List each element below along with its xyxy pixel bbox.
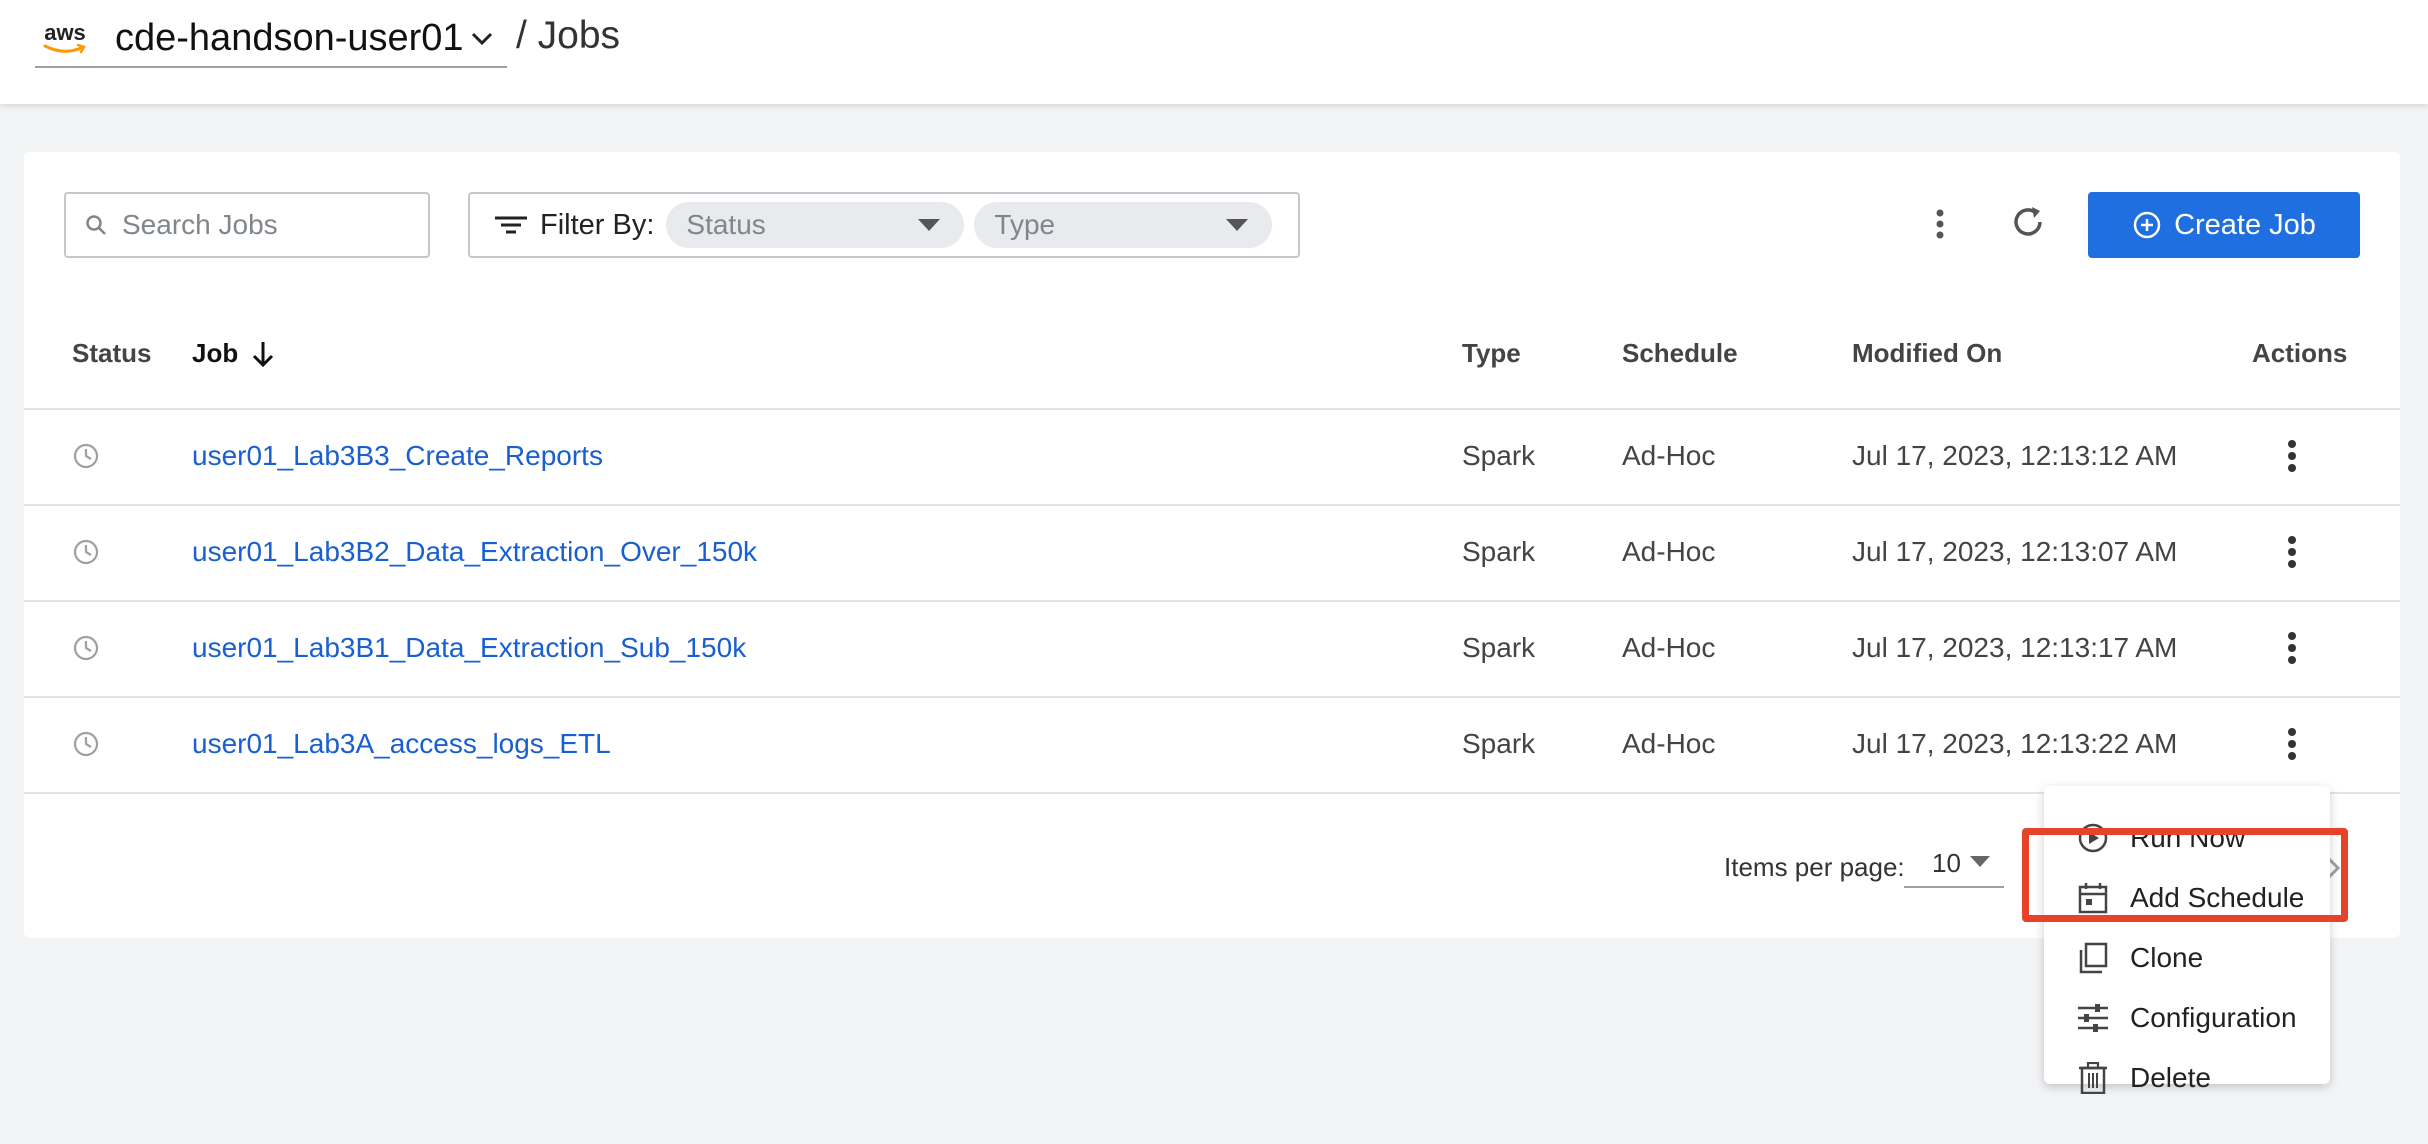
table-row: user01_Lab3A_access_logs_ETL Spark Ad-Ho…	[24, 698, 2400, 794]
job-type: Spark	[1462, 536, 1536, 567]
aws-smile-icon	[43, 44, 86, 54]
clock-icon	[73, 731, 99, 757]
caret-down-icon	[1970, 856, 1990, 867]
menu-item-clone[interactable]: Clone	[2044, 930, 2330, 986]
create-job-label: Create Job	[2174, 208, 2316, 241]
menu-item-delete[interactable]: Delete	[2044, 1050, 2330, 1106]
job-modified-on: Jul 17, 2023, 12:13:12 AM	[1852, 440, 2178, 471]
calendar-icon	[2078, 883, 2108, 914]
items-per-page-value: 10	[1932, 847, 1961, 878]
filter-icon	[495, 216, 527, 234]
column-header-actions: Actions	[2252, 338, 2348, 368]
column-header-job-label: Job	[192, 338, 239, 368]
copy-icon	[2079, 942, 2108, 974]
menu-item-label: Configuration	[2130, 1002, 2297, 1033]
column-header-modified-on: Modified On	[1852, 338, 2003, 368]
menu-item-label: Run Now	[2130, 822, 2246, 853]
environment-selector[interactable]: aws cde-handson-user01	[35, 10, 507, 68]
menu-item-configuration[interactable]: Configuration	[2044, 990, 2330, 1046]
clock-icon	[73, 443, 99, 469]
job-type: Spark	[1462, 728, 1536, 759]
chevron-down-icon[interactable]	[467, 24, 497, 54]
job-modified-on: Jul 17, 2023, 12:13:07 AM	[1852, 536, 2178, 567]
sort-arrow-down-icon[interactable]	[250, 340, 276, 368]
caret-down-icon	[1226, 219, 1249, 231]
row-actions-menu: Run Now Add Schedule Clone Configuration…	[2044, 786, 2330, 1094]
search-icon	[86, 215, 106, 235]
trash-icon	[2079, 1062, 2107, 1094]
job-name-link[interactable]: user01_Lab3B2_Data_Extraction_Over_150k	[192, 536, 757, 568]
column-header-job[interactable]: Job	[192, 338, 276, 369]
type-filter-placeholder: Type	[994, 209, 1056, 240]
menu-item-label: Delete	[2130, 1062, 2211, 1093]
more-options-icon[interactable]	[1934, 208, 1946, 240]
aws-logo: aws	[39, 16, 91, 60]
items-per-page-select[interactable]: 10	[1904, 840, 2004, 888]
job-schedule: Ad-Hoc	[1622, 632, 1716, 663]
job-type: Spark	[1462, 440, 1536, 471]
job-type: Spark	[1462, 632, 1536, 663]
filter-label: Filter By:	[540, 208, 655, 241]
job-modified-on: Jul 17, 2023, 12:13:22 AM	[1852, 728, 2178, 759]
refresh-icon[interactable]	[2008, 202, 2048, 242]
clock-icon	[73, 635, 99, 661]
caret-down-icon	[918, 219, 941, 231]
search-box[interactable]	[64, 192, 430, 258]
table-row: user01_Lab3B1_Data_Extraction_Sub_150k S…	[24, 602, 2400, 698]
job-name-link[interactable]: user01_Lab3B3_Create_Reports	[192, 440, 603, 472]
job-schedule: Ad-Hoc	[1622, 728, 1716, 759]
job-schedule: Ad-Hoc	[1622, 536, 1716, 567]
job-modified-on: Jul 17, 2023, 12:13:17 AM	[1852, 632, 2178, 663]
sliders-icon	[2078, 1004, 2108, 1032]
column-header-status: Status	[72, 338, 152, 368]
menu-item-run-now[interactable]: Run Now	[2044, 810, 2330, 866]
column-header-schedule: Schedule	[1622, 338, 1738, 368]
play-circle-icon	[2078, 823, 2108, 853]
environment-name: cde-handson-user01	[115, 16, 464, 59]
column-header-type: Type	[1462, 338, 1521, 368]
filter-bar: Filter By: Status Type	[468, 192, 1300, 258]
breadcrumb: / Jobs	[516, 14, 621, 57]
table-row: user01_Lab3B3_Create_Reports Spark Ad-Ho…	[24, 410, 2400, 506]
menu-item-label: Clone	[2130, 942, 2204, 973]
job-name-link[interactable]: user01_Lab3A_access_logs_ETL	[192, 728, 611, 760]
job-name-link[interactable]: user01_Lab3B1_Data_Extraction_Sub_150k	[192, 632, 746, 664]
menu-item-label: Add Schedule	[2130, 882, 2305, 913]
row-actions-menu-icon[interactable]	[2286, 534, 2298, 570]
table-row: user01_Lab3B2_Data_Extraction_Over_150k …	[24, 506, 2400, 602]
search-input[interactable]	[120, 208, 404, 242]
row-actions-menu-icon[interactable]	[2286, 438, 2298, 474]
top-bar: aws cde-handson-user01 / Jobs	[0, 0, 2428, 104]
create-job-button[interactable]: Create Job	[2088, 192, 2360, 258]
row-actions-menu-icon[interactable]	[2286, 726, 2298, 762]
job-schedule: Ad-Hoc	[1622, 440, 1716, 471]
status-filter-placeholder: Status	[686, 209, 766, 240]
menu-item-add-schedule[interactable]: Add Schedule	[2044, 870, 2330, 926]
type-filter-dropdown[interactable]: Type	[974, 202, 1273, 248]
status-filter-dropdown[interactable]: Status	[666, 202, 965, 248]
add-circle-icon	[2133, 211, 2161, 239]
row-actions-menu-icon[interactable]	[2286, 630, 2298, 666]
items-per-page-label: Items per page:	[1724, 852, 1905, 882]
clock-icon	[73, 539, 99, 565]
